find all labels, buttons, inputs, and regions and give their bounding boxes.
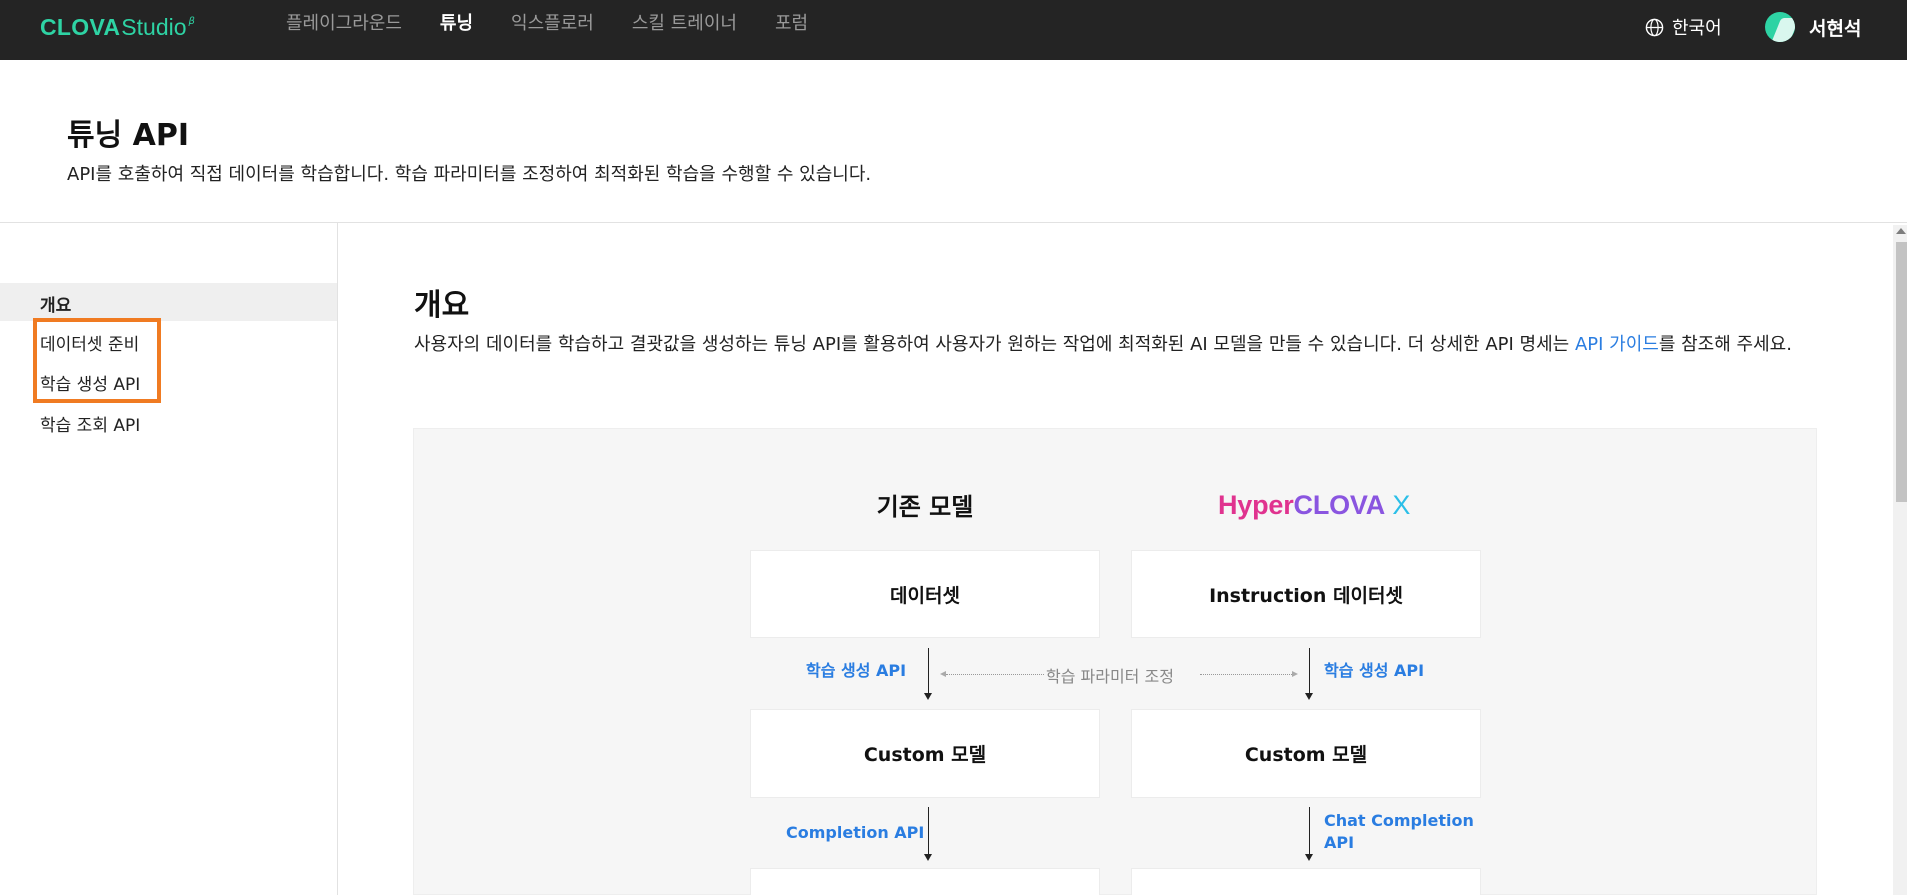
logo-main-text: CLOVA [40,14,121,40]
chat-completion-api-link-line2: API [1324,833,1355,852]
completion-api-link[interactable]: Completion API [786,822,924,844]
user-name: 서현석 [1809,17,1862,40]
arrow-right-1-head [1305,693,1313,700]
custom-model-box-left-label: Custom 모델 [863,744,987,766]
chat-completion-api-link[interactable]: Chat Completion API [1324,810,1474,854]
globe-icon [1645,18,1664,36]
main-nav: 플레이그라운드 튜닝 익스플로러 스킬 트레이너 포럼 [286,0,846,50]
custom-model-box-left: Custom 모델 [750,709,1100,798]
api-guide-link[interactable]: API 가이드 [1575,334,1659,355]
nav-item-tuning[interactable]: 튜닝 [440,0,473,50]
param-dotted-line-right [1200,674,1292,675]
nav-item-explorer[interactable]: 익스플로러 [511,0,594,50]
dataset-box-right-label: Instruction 데이터셋 [1209,584,1403,607]
arrow-left-2-head [924,854,932,861]
tuning-flow-diagram: 기존 모델 HyperCLOVA X 데이터셋 Instruction 데이터셋… [413,428,1817,895]
section-description-text-end: 를 참조해 주세요. [1658,334,1792,355]
section-description-text: 사용자의 데이터를 학습하고 결괏값을 생성하는 튜닝 API를 활용하여 사용… [414,334,1575,355]
clova-studio-logo[interactable]: CLOVA Studio β [40,14,195,44]
logo-beta-mark: β [188,16,195,27]
arrow-right-2-head [1305,854,1313,861]
hyperclova-x-logo-hyper: Hyper [1218,490,1294,520]
legacy-model-title: 기존 모델 [876,493,974,521]
sidebar-item-overview[interactable]: 개요 [40,291,71,316]
avatar [1765,12,1795,42]
logo-sub-text: Studio [121,14,187,40]
dataset-box-left: 데이터셋 [750,550,1100,638]
create-training-api-link-right[interactable]: 학습 생성 API [1324,660,1424,682]
custom-model-box-right-label: Custom 모델 [1244,744,1368,766]
nav-item-playground[interactable]: 플레이그라운드 [286,0,402,50]
annotation-highlight-box [33,318,161,403]
dataset-box-right: Instruction 데이터셋 [1131,550,1481,638]
nav-item-forum[interactable]: 포럼 [775,0,808,50]
param-adjust-label: 학습 파라미터 조정 [1046,667,1174,686]
param-arrow-right-head [1292,671,1298,677]
sidebar: 개요 데이터셋 준비 학습 생성 API 학습 조회 API [0,223,338,895]
arrow-left-2 [928,807,929,856]
section-description: 사용자의 데이터를 학습하고 결괏값을 생성하는 튜닝 API를 활용하여 사용… [414,330,1814,360]
section-title: 개요 [414,288,470,323]
language-selector[interactable]: 한국어 [1645,12,1722,42]
arrow-right-2 [1309,807,1310,856]
dataset-box-left-label: 데이터셋 [890,584,960,607]
hyperclova-x-logo-x: X [1385,490,1411,520]
arrow-left-1 [928,648,929,695]
scrollbar-thumb[interactable] [1896,242,1907,502]
nav-item-skill-trainer[interactable]: 스킬 트레이너 [632,0,737,50]
sidebar-item-query-training-api[interactable]: 학습 조회 API [40,411,140,436]
scroll-up-arrow[interactable] [1896,228,1906,234]
arrow-left-1-head [924,693,932,700]
language-label: 한국어 [1672,18,1722,39]
create-training-api-link-left[interactable]: 학습 생성 API [806,660,906,682]
page-description: API를 호출하여 직접 데이터를 학습합니다. 학습 파라미터를 조정하여 최… [67,164,872,185]
arrow-right-1 [1309,648,1310,695]
user-menu[interactable]: 서현석 [1765,12,1861,42]
hyperclova-x-logo-clova: CLOVA [1293,490,1386,520]
hyperclova-x-logo: HyperCLOVA X [1218,490,1410,521]
page-title: 튜닝 API [67,118,190,153]
param-dotted-line-left [946,674,1044,675]
custom-model-box-right: Custom 모델 [1131,709,1481,798]
top-navigation-bar: CLOVA Studio β 플레이그라운드 튜닝 익스플로러 스킬 트레이너 … [0,0,1907,60]
chat-completion-api-link-line1: Chat Completion [1324,811,1474,830]
result-box-left [750,868,1100,895]
result-box-right [1131,868,1481,895]
